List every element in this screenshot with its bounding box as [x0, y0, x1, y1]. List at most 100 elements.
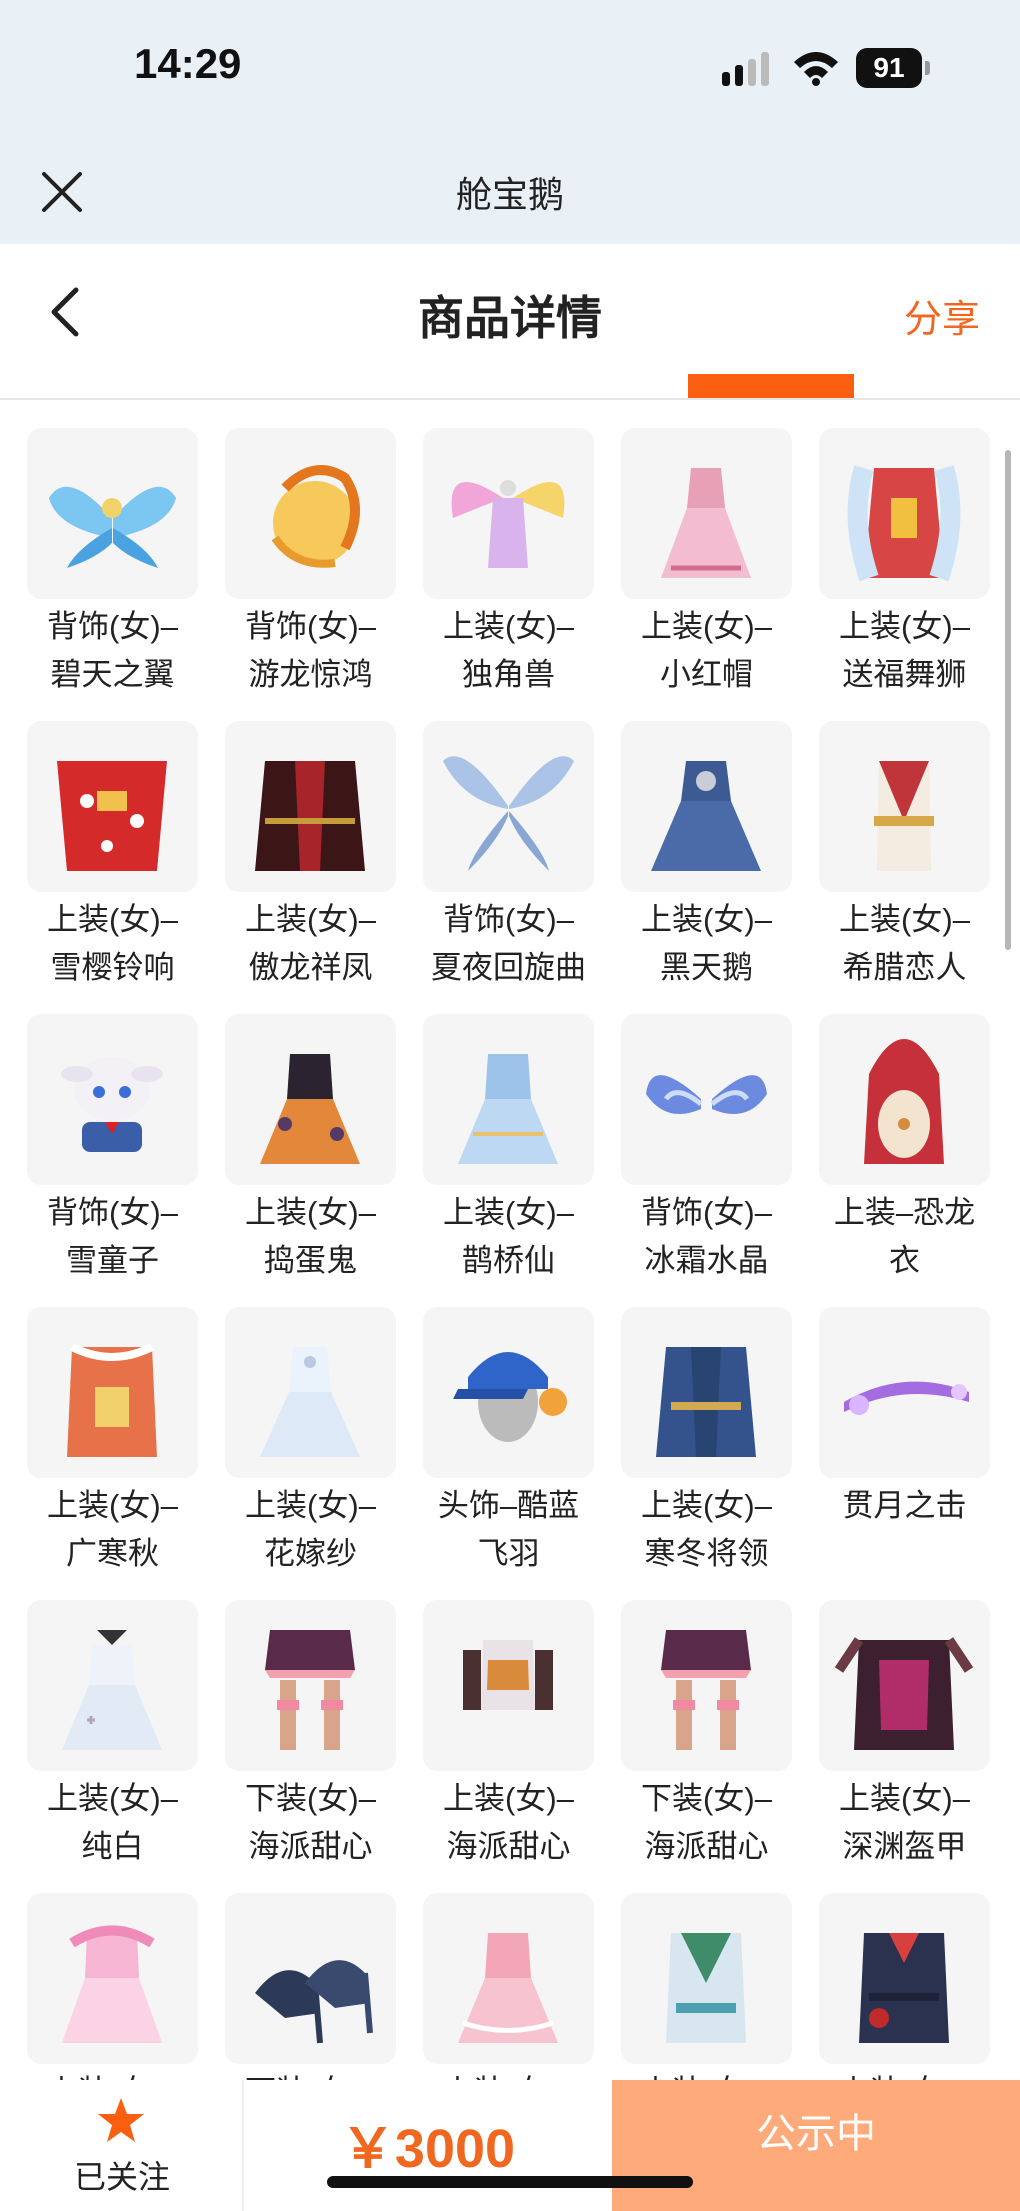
item-name: 下装(女)– 海派甜心: [245, 1781, 376, 1864]
item-name: 背饰(女)– 游龙惊鸿: [245, 609, 376, 692]
white-dress-icon: [62, 1630, 162, 1750]
snow-bunny-icon: [61, 1057, 163, 1152]
signal-icon: [722, 52, 769, 86]
item-thumbnail: [621, 1893, 792, 2064]
item-card[interactable]: 上装(女)– 深渊盔甲: [819, 1600, 990, 1893]
item-card[interactable]: 上装–恐龙 衣: [819, 1014, 990, 1307]
item-thumbnail: [423, 721, 594, 892]
item-grid: 背饰(女)– 碧天之翼 背饰(女)– 游龙惊鸿 上装(女)– 独角兽 上装(女)– 小…: [27, 428, 993, 2080]
item-name: 上装(女)– 独角兽: [443, 609, 574, 692]
item-thumbnail: [27, 428, 198, 599]
scrollbar[interactable]: [1005, 450, 1011, 950]
item-name: 上装(女)– 深渊盔甲: [839, 1781, 970, 1864]
item-card[interactable]: 下装(女)– 海派甜心: [225, 1600, 396, 1893]
item-name: 背饰(女)– 冰霜水晶: [641, 1195, 772, 1278]
item-thumbnail: [819, 1893, 990, 2064]
item-thumbnail: [819, 1307, 990, 1478]
item-thumbnail: [423, 1600, 594, 1771]
battery-tip: [925, 61, 930, 75]
app-title: 舱宝鹅: [455, 174, 564, 215]
item-card[interactable]: 背饰(女)– 夏夜回旋曲: [423, 721, 594, 1014]
item-name: 背饰(女)– 雪童子: [47, 1195, 178, 1278]
item-card[interactable]: 上装(女)– 独角兽: [423, 428, 594, 721]
item-thumbnail: [225, 1014, 396, 1185]
wifi-icon: [794, 52, 838, 86]
share-button[interactable]: 分享: [904, 288, 980, 343]
follow-label: 已关注: [73, 2159, 170, 2195]
pink-skirt-icon: [265, 1630, 355, 1750]
item-thumbnail: [621, 721, 792, 892]
home-indicator[interactable]: [327, 2176, 693, 2188]
item-name: 头饰–酷蓝 飞羽: [437, 1488, 580, 1571]
item-card[interactable]: 下装(女)–: [225, 1893, 396, 2080]
item-card[interactable]: 上装(女)– 傲龙祥凤: [225, 721, 396, 1014]
white-wedding-dress-icon: [260, 1347, 360, 1457]
navy-heels-icon: [255, 1960, 373, 2044]
item-thumbnail: [225, 1307, 396, 1478]
battery-indicator: 91: [856, 48, 930, 88]
publicity-button[interactable]: 公示中: [612, 2080, 1020, 2211]
item-thumbnail: [27, 1014, 198, 1185]
item-card[interactable]: 上装(女)– 海派甜心: [423, 1600, 594, 1893]
item-card[interactable]: 上装(女)– 鹊桥仙: [423, 1014, 594, 1307]
item-card[interactable]: 背饰(女)– 冰霜水晶: [621, 1014, 792, 1307]
item-card[interactable]: 上装(女)– 花嫁纱: [225, 1307, 396, 1600]
item-name: 上装(女)– 海派甜心: [443, 1781, 574, 1864]
item-thumbnail: [621, 1014, 792, 1185]
status-bar: 14:29 91: [0, 0, 1020, 140]
fairy-wings-icon: [443, 756, 574, 871]
item-card[interactable]: 上装(女)–: [423, 1893, 594, 2080]
item-card[interactable]: 背饰(女)– 游龙惊鸿: [225, 428, 396, 721]
green-outfit-icon: [666, 1933, 746, 2043]
blue-gown-icon: [651, 761, 761, 871]
item-card[interactable]: 背饰(女)– 雪童子: [27, 1014, 198, 1307]
item-card[interactable]: 上装(女)– 雪樱铃响: [27, 721, 198, 1014]
item-card[interactable]: 上装(女)– 送福舞狮: [819, 428, 990, 721]
item-name: 上装(女)– 小红帽: [641, 609, 772, 692]
item-thumbnail: [621, 428, 792, 599]
item-name: 下装(女)– 海派甜心: [641, 1781, 772, 1864]
item-card[interactable]: 上装(女)–: [27, 1893, 198, 2080]
item-card[interactable]: 上装(女)– 纯白: [27, 1600, 198, 1893]
item-card[interactable]: 上装(女)– 寒冬将领: [621, 1307, 792, 1600]
item-card[interactable]: 上装(女)– 捣蛋鬼: [225, 1014, 396, 1307]
item-card[interactable]: 上装(女)–: [819, 1893, 990, 2080]
item-name: 上装(女)– 广寒秋: [47, 1488, 178, 1571]
item-name: 背饰(女)– 碧天之翼: [47, 609, 178, 692]
star-icon: [98, 2098, 144, 2142]
item-thumbnail: [225, 1893, 396, 2064]
item-card[interactable]: 贯月之击: [819, 1307, 990, 1600]
item-card[interactable]: 背饰(女)– 碧天之翼: [27, 428, 198, 721]
dino-suit-icon: [864, 1039, 944, 1164]
nav-bar: 商品详情 分享: [0, 244, 1020, 400]
autumn-outfit-icon: [67, 1343, 157, 1457]
item-name: 上装–恐龙 衣: [833, 1195, 976, 1278]
item-card[interactable]: 上装(女)– 黑天鹅: [621, 721, 792, 1014]
page-title: 商品详情: [418, 292, 602, 344]
item-card[interactable]: 头饰–酷蓝 飞羽: [423, 1307, 594, 1600]
item-thumbnail: [819, 721, 990, 892]
item-card[interactable]: 上装(女)– 小红帽: [621, 428, 792, 721]
item-thumbnail: [27, 1893, 198, 2064]
abyss-armor-icon: [834, 1637, 974, 1750]
item-thumbnail: [225, 428, 396, 599]
item-name: 上装(女)– 傲龙祥凤: [245, 902, 376, 985]
item-card[interactable]: 上装(女)–: [621, 1893, 792, 2080]
item-thumbnail: [819, 1014, 990, 1185]
product-content[interactable]: 背饰(女)– 碧天之翼 背饰(女)– 游龙惊鸿 上装(女)– 独角兽 上装(女)– 小…: [0, 400, 1020, 2080]
purple-weapon-icon: [844, 1381, 969, 1415]
status-time: 14:29: [134, 40, 242, 87]
greek-outfit-icon: [874, 761, 934, 871]
item-thumbnail: [621, 1600, 792, 1771]
item-thumbnail: [819, 1600, 990, 1771]
item-card[interactable]: 下装(女)– 海派甜心: [621, 1600, 792, 1893]
item-name: 上装(女)–: [621, 2068, 792, 2080]
golden-dragon-icon: [271, 465, 360, 568]
ice-wings-icon: [646, 1075, 767, 1114]
bottom-action-bar: 已关注 ￥3000 公示中: [0, 2080, 1020, 2211]
item-card[interactable]: 上装(女)– 希腊恋人: [819, 721, 990, 1014]
item-thumbnail: [423, 1014, 594, 1185]
item-card[interactable]: 上装(女)– 广寒秋: [27, 1307, 198, 1600]
follow-button[interactable]: 已关注: [0, 2080, 244, 2211]
item-name: 上装(女)– 雪樱铃响: [47, 902, 178, 985]
